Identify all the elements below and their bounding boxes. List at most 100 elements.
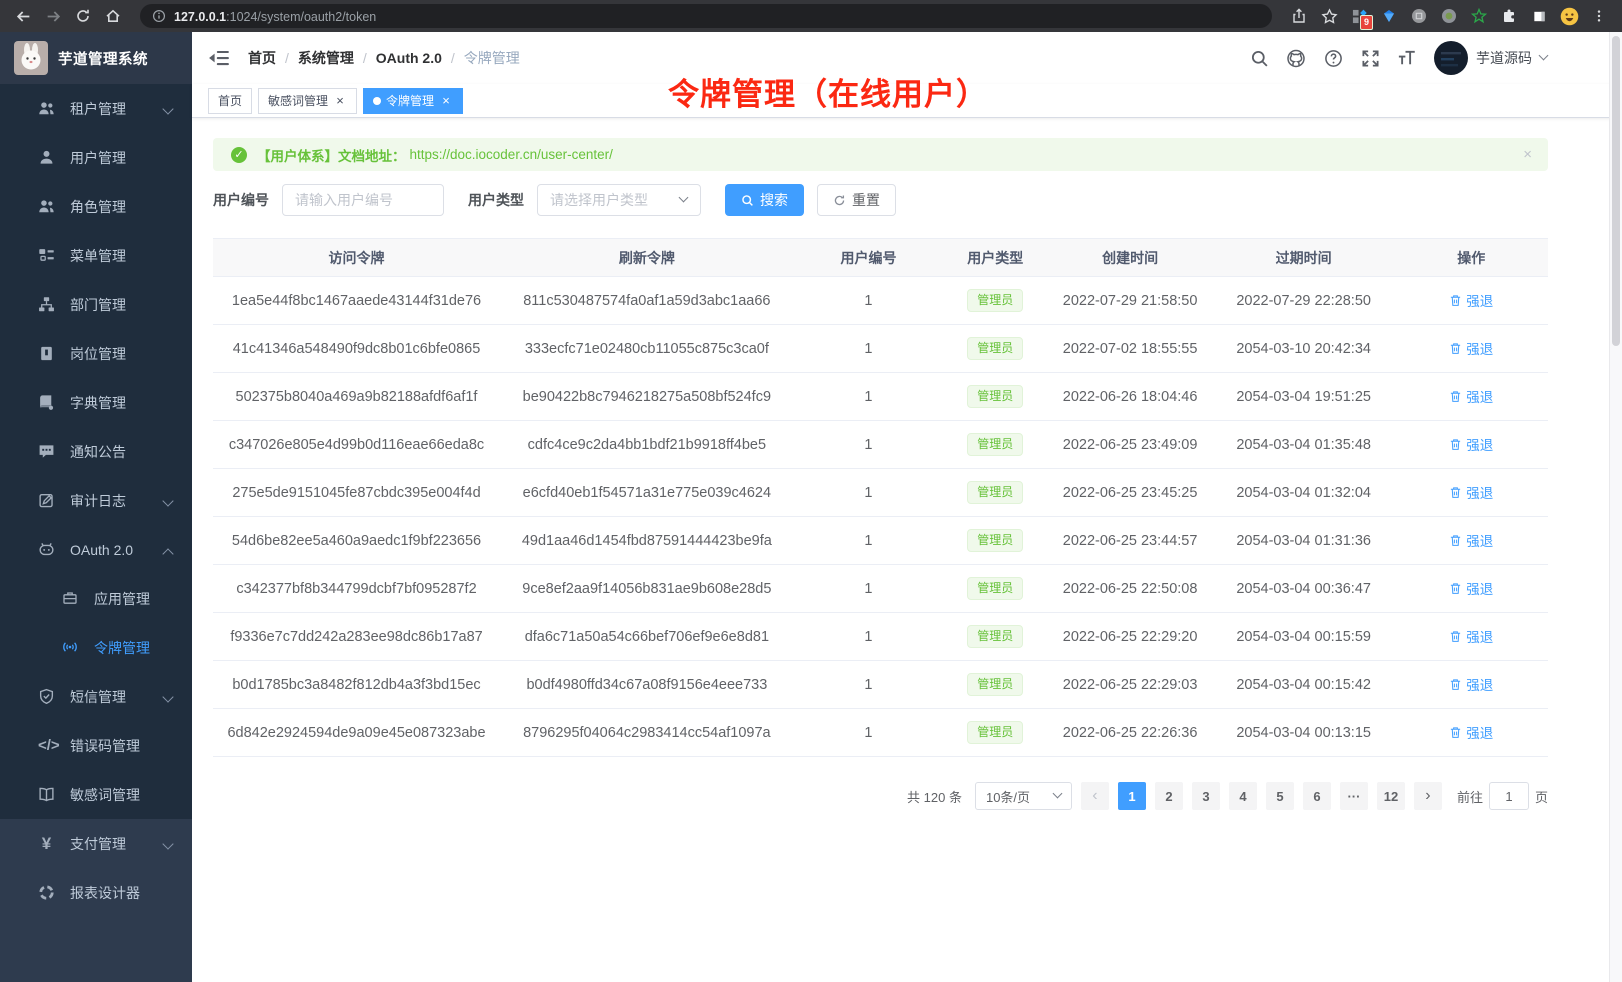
font-size-icon[interactable]	[1397, 48, 1417, 68]
sidebar-item-oauth[interactable]: OAuth 2.0	[0, 525, 192, 574]
tag-token[interactable]: 令牌管理 ×	[363, 88, 463, 114]
prev-page-button[interactable]: ‹	[1081, 782, 1109, 810]
next-page-button[interactable]: ›	[1414, 782, 1442, 810]
fullscreen-icon[interactable]	[1360, 48, 1380, 68]
page-size-select[interactable]: 10条/页	[975, 782, 1072, 810]
kebab-menu-icon[interactable]	[1588, 5, 1610, 27]
force-logout-button[interactable]: 强退	[1449, 530, 1493, 550]
force-logout-button[interactable]: 强退	[1449, 290, 1493, 310]
breadcrumb-home[interactable]: 首页	[248, 48, 276, 68]
bookmark-star-icon[interactable]	[1318, 5, 1340, 27]
close-icon[interactable]: ×	[333, 94, 347, 108]
cell-refresh-token: 333ecfc71e02480cb11055c875c3ca0f	[500, 325, 794, 373]
success-check-icon: ✓	[231, 147, 247, 163]
page-scrollbar[interactable]	[1609, 32, 1622, 982]
user-type-badge: 管理员	[967, 433, 1023, 456]
search-icon[interactable]	[1249, 48, 1269, 68]
sidebar-item-notice[interactable]: 通知公告	[0, 427, 192, 476]
sidebar-item-audit-log[interactable]: 审计日志	[0, 476, 192, 525]
reset-button[interactable]: 重置	[817, 184, 896, 216]
user-menu[interactable]: 芋道源码	[1434, 41, 1548, 75]
jump-page-input[interactable]	[1489, 782, 1529, 810]
cell-created-at: 2022-07-02 18:55:55	[1047, 325, 1213, 373]
col-user-id: 用户编号	[794, 239, 944, 277]
github-icon[interactable]	[1286, 48, 1306, 68]
sidebar-item-pay[interactable]: ¥ 支付管理	[0, 819, 192, 868]
sidebar-item-application[interactable]: 应用管理	[0, 574, 192, 623]
sidebar-item-dict[interactable]: 字典管理	[0, 378, 192, 427]
back-icon[interactable]	[12, 5, 34, 27]
force-logout-button[interactable]: 强退	[1449, 626, 1493, 646]
help-icon[interactable]	[1323, 48, 1343, 68]
extensions-puzzle-icon[interactable]	[1498, 5, 1520, 27]
page-button-12[interactable]: 12	[1377, 782, 1405, 810]
user-type-badge: 管理员	[967, 625, 1023, 648]
home-icon[interactable]	[102, 5, 124, 27]
user-type-select[interactable]: 请选择用户类型	[537, 184, 701, 216]
page-button-4[interactable]: 4	[1229, 782, 1257, 810]
page-button-6[interactable]: 6	[1303, 782, 1331, 810]
breadcrumb-current: 令牌管理	[464, 48, 520, 68]
sidebar-item-menu[interactable]: 菜单管理	[0, 231, 192, 280]
page-button-3[interactable]: 3	[1192, 782, 1220, 810]
reload-icon[interactable]	[72, 5, 94, 27]
sidebar-item-role[interactable]: 角色管理	[0, 182, 192, 231]
screenshot-extension-icon[interactable]	[1528, 5, 1550, 27]
sidebar-item-token[interactable]: 令牌管理	[0, 623, 192, 672]
page-button-5[interactable]: 5	[1266, 782, 1294, 810]
breadcrumb-system[interactable]: 系统管理	[298, 48, 354, 68]
forward-icon[interactable]	[42, 5, 64, 27]
gem-extension-icon[interactable]	[1378, 5, 1400, 27]
doc-link[interactable]: https://doc.iocoder.cn/user-center/	[410, 147, 613, 162]
pagination-ellipsis[interactable]: ···	[1340, 782, 1368, 810]
sidebar-item-user[interactable]: 用户管理	[0, 133, 192, 182]
star-extension-icon[interactable]	[1468, 5, 1490, 27]
page-button-2[interactable]: 2	[1155, 782, 1183, 810]
cell-user-id: 1	[794, 709, 944, 757]
recorder-extension-icon[interactable]	[1438, 5, 1460, 27]
sidebar-collapse-icon[interactable]	[208, 49, 230, 67]
force-logout-button[interactable]: 强退	[1449, 482, 1493, 502]
site-info-icon[interactable]	[152, 9, 166, 23]
cell-refresh-token: 8796295f04064c2983414cc54af1097a	[500, 709, 794, 757]
scrollbar-thumb[interactable]	[1612, 36, 1620, 346]
force-logout-button[interactable]: 强退	[1449, 338, 1493, 358]
sidebar-item-dept[interactable]: 部门管理	[0, 280, 192, 329]
sidebar-item-post[interactable]: 岗位管理	[0, 329, 192, 378]
app-logo[interactable]: 芋道管理系统	[0, 32, 192, 84]
page-button-1[interactable]: 1	[1118, 782, 1146, 810]
sidebar-item-report-designer[interactable]: 报表设计器	[0, 868, 192, 917]
sidebar-item-error-code[interactable]: </> 错误码管理	[0, 721, 192, 770]
tag-sensitive-word[interactable]: 敏感词管理 ×	[258, 88, 357, 114]
force-logout-button[interactable]: 强退	[1449, 434, 1493, 454]
breadcrumb-oauth[interactable]: OAuth 2.0	[376, 50, 442, 66]
circle-extension-icon[interactable]	[1408, 5, 1430, 27]
cell-user-type: 管理员	[943, 421, 1047, 469]
table-row: 54d6be82ee5a460a9aedc1f9bf223656 49d1aa4…	[213, 517, 1548, 565]
force-logout-button[interactable]: 强退	[1449, 578, 1493, 598]
tag-home[interactable]: 首页	[208, 88, 252, 114]
tag-label: 首页	[218, 92, 242, 109]
breadcrumb: 首页/ 系统管理/ OAuth 2.0/ 令牌管理	[248, 48, 520, 68]
alert-close-icon[interactable]: ×	[1523, 146, 1532, 163]
user-id-input[interactable]	[282, 184, 444, 216]
grid-extension-icon[interactable]: 9	[1348, 5, 1370, 27]
sidebar-item-sensitive-word[interactable]: 敏感词管理	[0, 770, 192, 819]
col-expires-at: 过期时间	[1213, 239, 1395, 277]
search-button[interactable]: 搜索	[725, 184, 804, 216]
cell-access-token: 275e5de9151045fe87cbdc395e004f4d	[213, 469, 500, 517]
address-bar[interactable]: 127.0.0.1:1024/system/oauth2/token	[140, 4, 1272, 28]
cell-user-type: 管理员	[943, 565, 1047, 613]
sidebar-item-tenant[interactable]: 租户管理	[0, 84, 192, 133]
force-logout-button[interactable]: 强退	[1449, 386, 1493, 406]
force-logout-button[interactable]: 强退	[1449, 722, 1493, 742]
sidebar-item-label: OAuth 2.0	[70, 542, 133, 558]
close-icon[interactable]: ×	[439, 94, 453, 108]
share-icon[interactable]	[1288, 5, 1310, 27]
sidebar-item-sms[interactable]: 短信管理	[0, 672, 192, 721]
pagination-total: 共 120 条	[907, 787, 962, 806]
force-logout-button[interactable]: 强退	[1449, 674, 1493, 694]
user-type-badge: 管理员	[967, 673, 1023, 696]
smiley-avatar-icon[interactable]	[1558, 5, 1580, 27]
sidebar-item-label: 应用管理	[94, 589, 150, 609]
